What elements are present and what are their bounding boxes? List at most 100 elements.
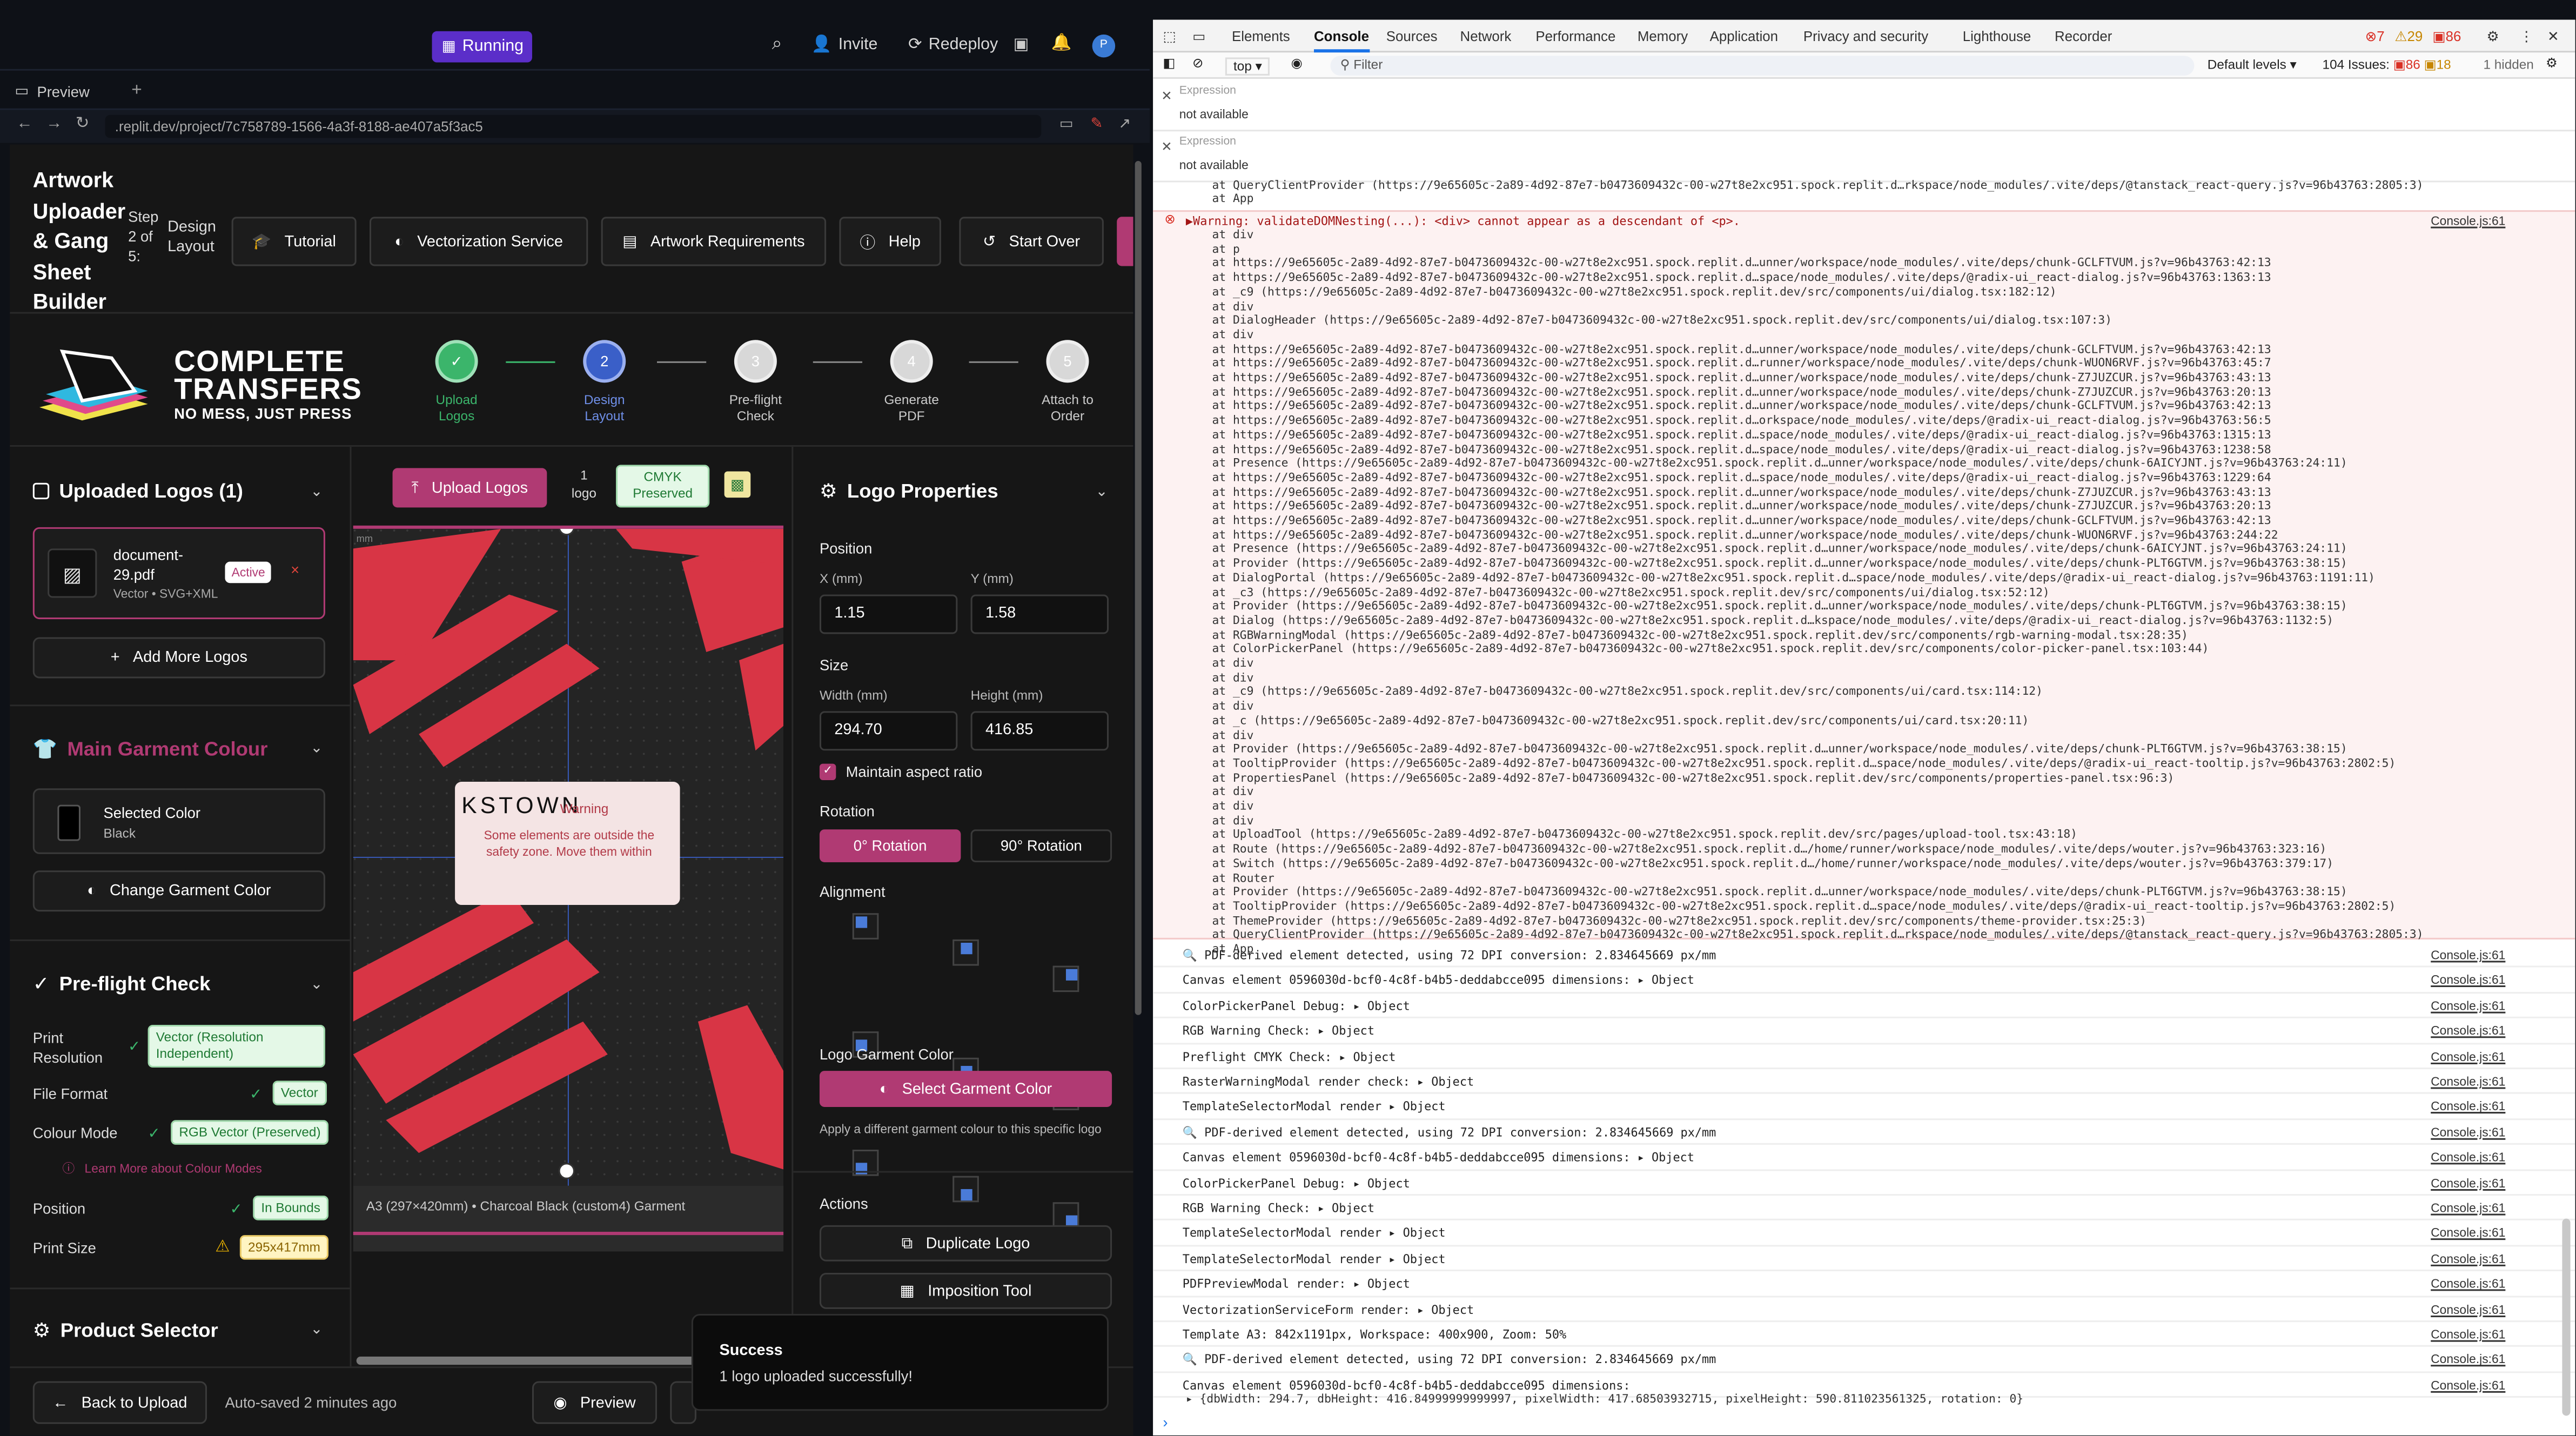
select-garment-color-button[interactable]: ◐ Select Garment Color xyxy=(819,1071,1112,1107)
stack-line[interactable]: at Switch (https://9e65605c-2a89-4d92-87… xyxy=(1153,857,2575,871)
console-log-row[interactable]: RGB Warning Check: ▸ Object Console.js:61 xyxy=(1153,1018,2575,1044)
avatar[interactable]: P xyxy=(1092,34,1116,58)
align-top-right-button[interactable] xyxy=(1052,965,1079,992)
logo-file-card[interactable]: ▨ document- 29.pdf Vector • SVG+XML Activ… xyxy=(32,527,325,620)
tab-sources[interactable]: Sources xyxy=(1386,28,1438,44)
stack-line[interactable]: at QueryClientProvider (https://9e65605c… xyxy=(1153,929,2575,943)
more-vertical-icon[interactable]: ⋮ xyxy=(2519,28,2533,46)
stack-line[interactable]: at https://9e65605c-2a89-4d92-87e7-b0473… xyxy=(1153,414,2575,428)
chevron-down-icon[interactable]: ⌄ xyxy=(311,976,323,994)
tab-console[interactable]: Console xyxy=(1314,28,1369,53)
stack-line[interactable]: at _c3 (https://9e65605c-2a89-4d92-87e7-… xyxy=(1153,586,2575,600)
tab-recorder[interactable]: Recorder xyxy=(2055,28,2112,44)
object-preview[interactable]: ▸ {dbWidth: 294.7, dbHeight: 416.8499999… xyxy=(1186,1393,2023,1406)
info-count[interactable]: ▣86 xyxy=(2432,28,2461,46)
bell-icon[interactable]: 🔔 xyxy=(1051,35,1072,52)
stack-line[interactable]: at PropertiesPanel (https://9e65605c-2a8… xyxy=(1153,771,2575,786)
log-source-link[interactable]: Console.js:61 xyxy=(2431,1272,2505,1297)
stack-line[interactable]: at https://9e65605c-2a89-4d92-87e7-b0473… xyxy=(1153,514,2575,528)
stack-line[interactable]: at DialogPortal (https://9e65605c-2a89-4… xyxy=(1153,571,2575,585)
stack-line[interactable]: at TooltipProvider (https://9e65605c-2a8… xyxy=(1153,757,2575,771)
stack-line[interactable]: at div xyxy=(1153,300,2575,314)
upload-logos-button[interactable]: ⤒ Upload Logos xyxy=(392,468,547,508)
aspect-ratio-checkbox[interactable]: ✓ Maintain aspect ratio xyxy=(819,763,982,780)
stack-line[interactable]: at Router xyxy=(1153,871,2575,885)
console-log-row[interactable]: Canvas element 0596030d-bcf0-4c8f-b4b5-d… xyxy=(1153,1145,2575,1171)
stack-line[interactable]: at https://9e65605c-2a89-4d92-87e7-b0473… xyxy=(1153,385,2575,399)
log-source-link[interactable]: Console.js:61 xyxy=(2431,1347,2505,1372)
stack-line[interactable]: at TooltipProvider (https://9e65605c-2a8… xyxy=(1153,900,2575,914)
add-more-logos-button[interactable]: + Add More Logos xyxy=(32,637,325,679)
stack-line[interactable]: at https://9e65605c-2a89-4d92-87e7-b0473… xyxy=(1153,528,2575,542)
stack-line[interactable]: at div xyxy=(1153,229,2575,243)
stack-line[interactable]: at ThemeProvider (https://9e65605c-2a89-… xyxy=(1153,914,2575,928)
console-log-row[interactable]: Canvas element 0596030d-bcf0-4c8f-b4b5-d… xyxy=(1153,968,2575,994)
tab-memory[interactable]: Memory xyxy=(1638,28,1688,44)
window-icon[interactable]: ▣ xyxy=(1014,36,1029,54)
stack-line[interactable]: at RGBWarningModal (https://9e65605c-2a8… xyxy=(1153,628,2575,642)
rotation-90-button[interactable]: 90° Rotation xyxy=(970,829,1112,862)
context-select[interactable]: top ▾ xyxy=(1225,57,1271,76)
tab-application[interactable]: Application xyxy=(1710,28,1778,44)
back-arrow-icon[interactable]: ← xyxy=(16,115,32,133)
console-prompt[interactable]: › xyxy=(1163,1414,1168,1430)
console-log-row[interactable]: TemplateSelectorModal render ▸ Object Con… xyxy=(1153,1246,2575,1272)
filter-input[interactable]: ⚲ Filter xyxy=(1330,56,2195,76)
tab-privacy-security[interactable]: Privacy and security xyxy=(1803,28,1928,44)
overflow-button[interactable] xyxy=(1117,217,1133,266)
console-log-row[interactable]: VectorizationServiceForm render: ▸ Objec… xyxy=(1153,1297,2575,1323)
close-icon[interactable]: ✕ xyxy=(2547,28,2559,46)
log-source-link[interactable]: Console.js:61 xyxy=(2431,1069,2505,1094)
stack-line[interactable]: at _c9 (https://9e65605c-2a89-4d92-87e7-… xyxy=(1153,686,2575,700)
stack-line[interactable]: at div xyxy=(1153,728,2575,742)
chevron-down-icon[interactable]: ⌄ xyxy=(311,483,323,501)
error-message[interactable]: ⊗ ▶Warning: validateDOMNesting(...): <di… xyxy=(1153,210,2575,956)
eye-icon[interactable]: ◉ xyxy=(1291,56,1302,70)
product-selector-header[interactable]: ⚙ Product Selector xyxy=(33,1319,218,1342)
stack-line[interactable]: at div xyxy=(1153,328,2575,343)
stack-line[interactable]: at https://9e65605c-2a89-4d92-87e7-b0473… xyxy=(1153,428,2575,442)
stack-line[interactable]: at https://9e65605c-2a89-4d92-87e7-b0473… xyxy=(1153,400,2575,414)
tab-lighthouse[interactable]: Lighthouse xyxy=(1963,28,2031,44)
stack-line[interactable]: at _c9 (https://9e65605c-2a89-4d92-87e7-… xyxy=(1153,285,2575,299)
device-toggle-icon[interactable]: ▭ xyxy=(1192,28,1205,46)
redeploy-button[interactable]: ⟳ Redeploy xyxy=(908,36,998,54)
tab-network[interactable]: Network xyxy=(1460,28,1512,44)
chevron-down-icon[interactable]: ⌄ xyxy=(311,739,323,757)
close-icon[interactable]: × xyxy=(291,562,299,578)
stack-line[interactable]: at https://9e65605c-2a89-4d92-87e7-b0473… xyxy=(1153,357,2575,371)
back-to-upload-button[interactable]: ← Back to Upload xyxy=(32,1381,207,1424)
console-log-row[interactable]: 🔍 PDF-derived element detected, using 72… xyxy=(1153,943,2575,968)
step-3[interactable]: 3 xyxy=(734,340,777,383)
log-source-link[interactable]: Console.js:61 xyxy=(2431,943,2505,968)
stack-line[interactable]: at https://9e65605c-2a89-4d92-87e7-b0473… xyxy=(1153,442,2575,457)
log-source-link[interactable]: Console.js:61 xyxy=(2431,1246,2505,1271)
log-source-link[interactable]: Console.js:61 xyxy=(2431,1018,2505,1043)
duplicate-logo-button[interactable]: ⧉ Duplicate Logo xyxy=(819,1225,1112,1261)
warning-count[interactable]: ⚠29 xyxy=(2394,28,2423,46)
log-source-link[interactable]: Console.js:61 xyxy=(2431,1095,2505,1119)
console-log-row[interactable]: PDFPreviewModal render: ▸ Object Console.… xyxy=(1153,1272,2575,1297)
stack-line[interactable]: at Presence (https://9e65605c-2a89-4d92-… xyxy=(1153,542,2575,556)
gear-icon[interactable]: ⚙ xyxy=(2487,28,2499,46)
stack-line[interactable]: at p xyxy=(1153,243,2575,257)
tab-performance[interactable]: Performance xyxy=(1535,28,1615,44)
change-garment-color-button[interactable]: ◐ Change Garment Color xyxy=(32,870,325,912)
log-source-link[interactable]: Console.js:61 xyxy=(2431,1170,2505,1195)
stack-line[interactable]: at DialogHeader (https://9e65605c-2a89-4… xyxy=(1153,314,2575,328)
tab-preview[interactable]: ▭ Preview xyxy=(15,82,89,100)
log-source-link[interactable]: Console.js:61 xyxy=(2431,968,2505,993)
log-source-link[interactable]: Console.js:61 xyxy=(2431,1145,2505,1170)
step-1[interactable]: ✓ xyxy=(435,340,478,383)
step-2[interactable]: 2 xyxy=(583,340,626,383)
y-input[interactable]: 1.58 xyxy=(970,594,1109,634)
sidebar-toggle-icon[interactable]: ◧ xyxy=(1163,56,1175,70)
stack-line[interactable]: at div xyxy=(1153,700,2575,714)
issues-link[interactable]: 104 Issues: ▣86 ▣18 xyxy=(2323,57,2451,72)
inspect-icon[interactable]: ⬚ xyxy=(1163,28,1176,46)
close-icon[interactable]: ✕ xyxy=(1161,89,1172,103)
devtools-icon[interactable]: ✎ xyxy=(1091,115,1103,133)
x-input[interactable]: 1.15 xyxy=(819,594,958,634)
selected-color-card[interactable]: Selected Color Black xyxy=(32,788,325,854)
log-levels-select[interactable]: Default levels ▾ xyxy=(2208,57,2297,72)
